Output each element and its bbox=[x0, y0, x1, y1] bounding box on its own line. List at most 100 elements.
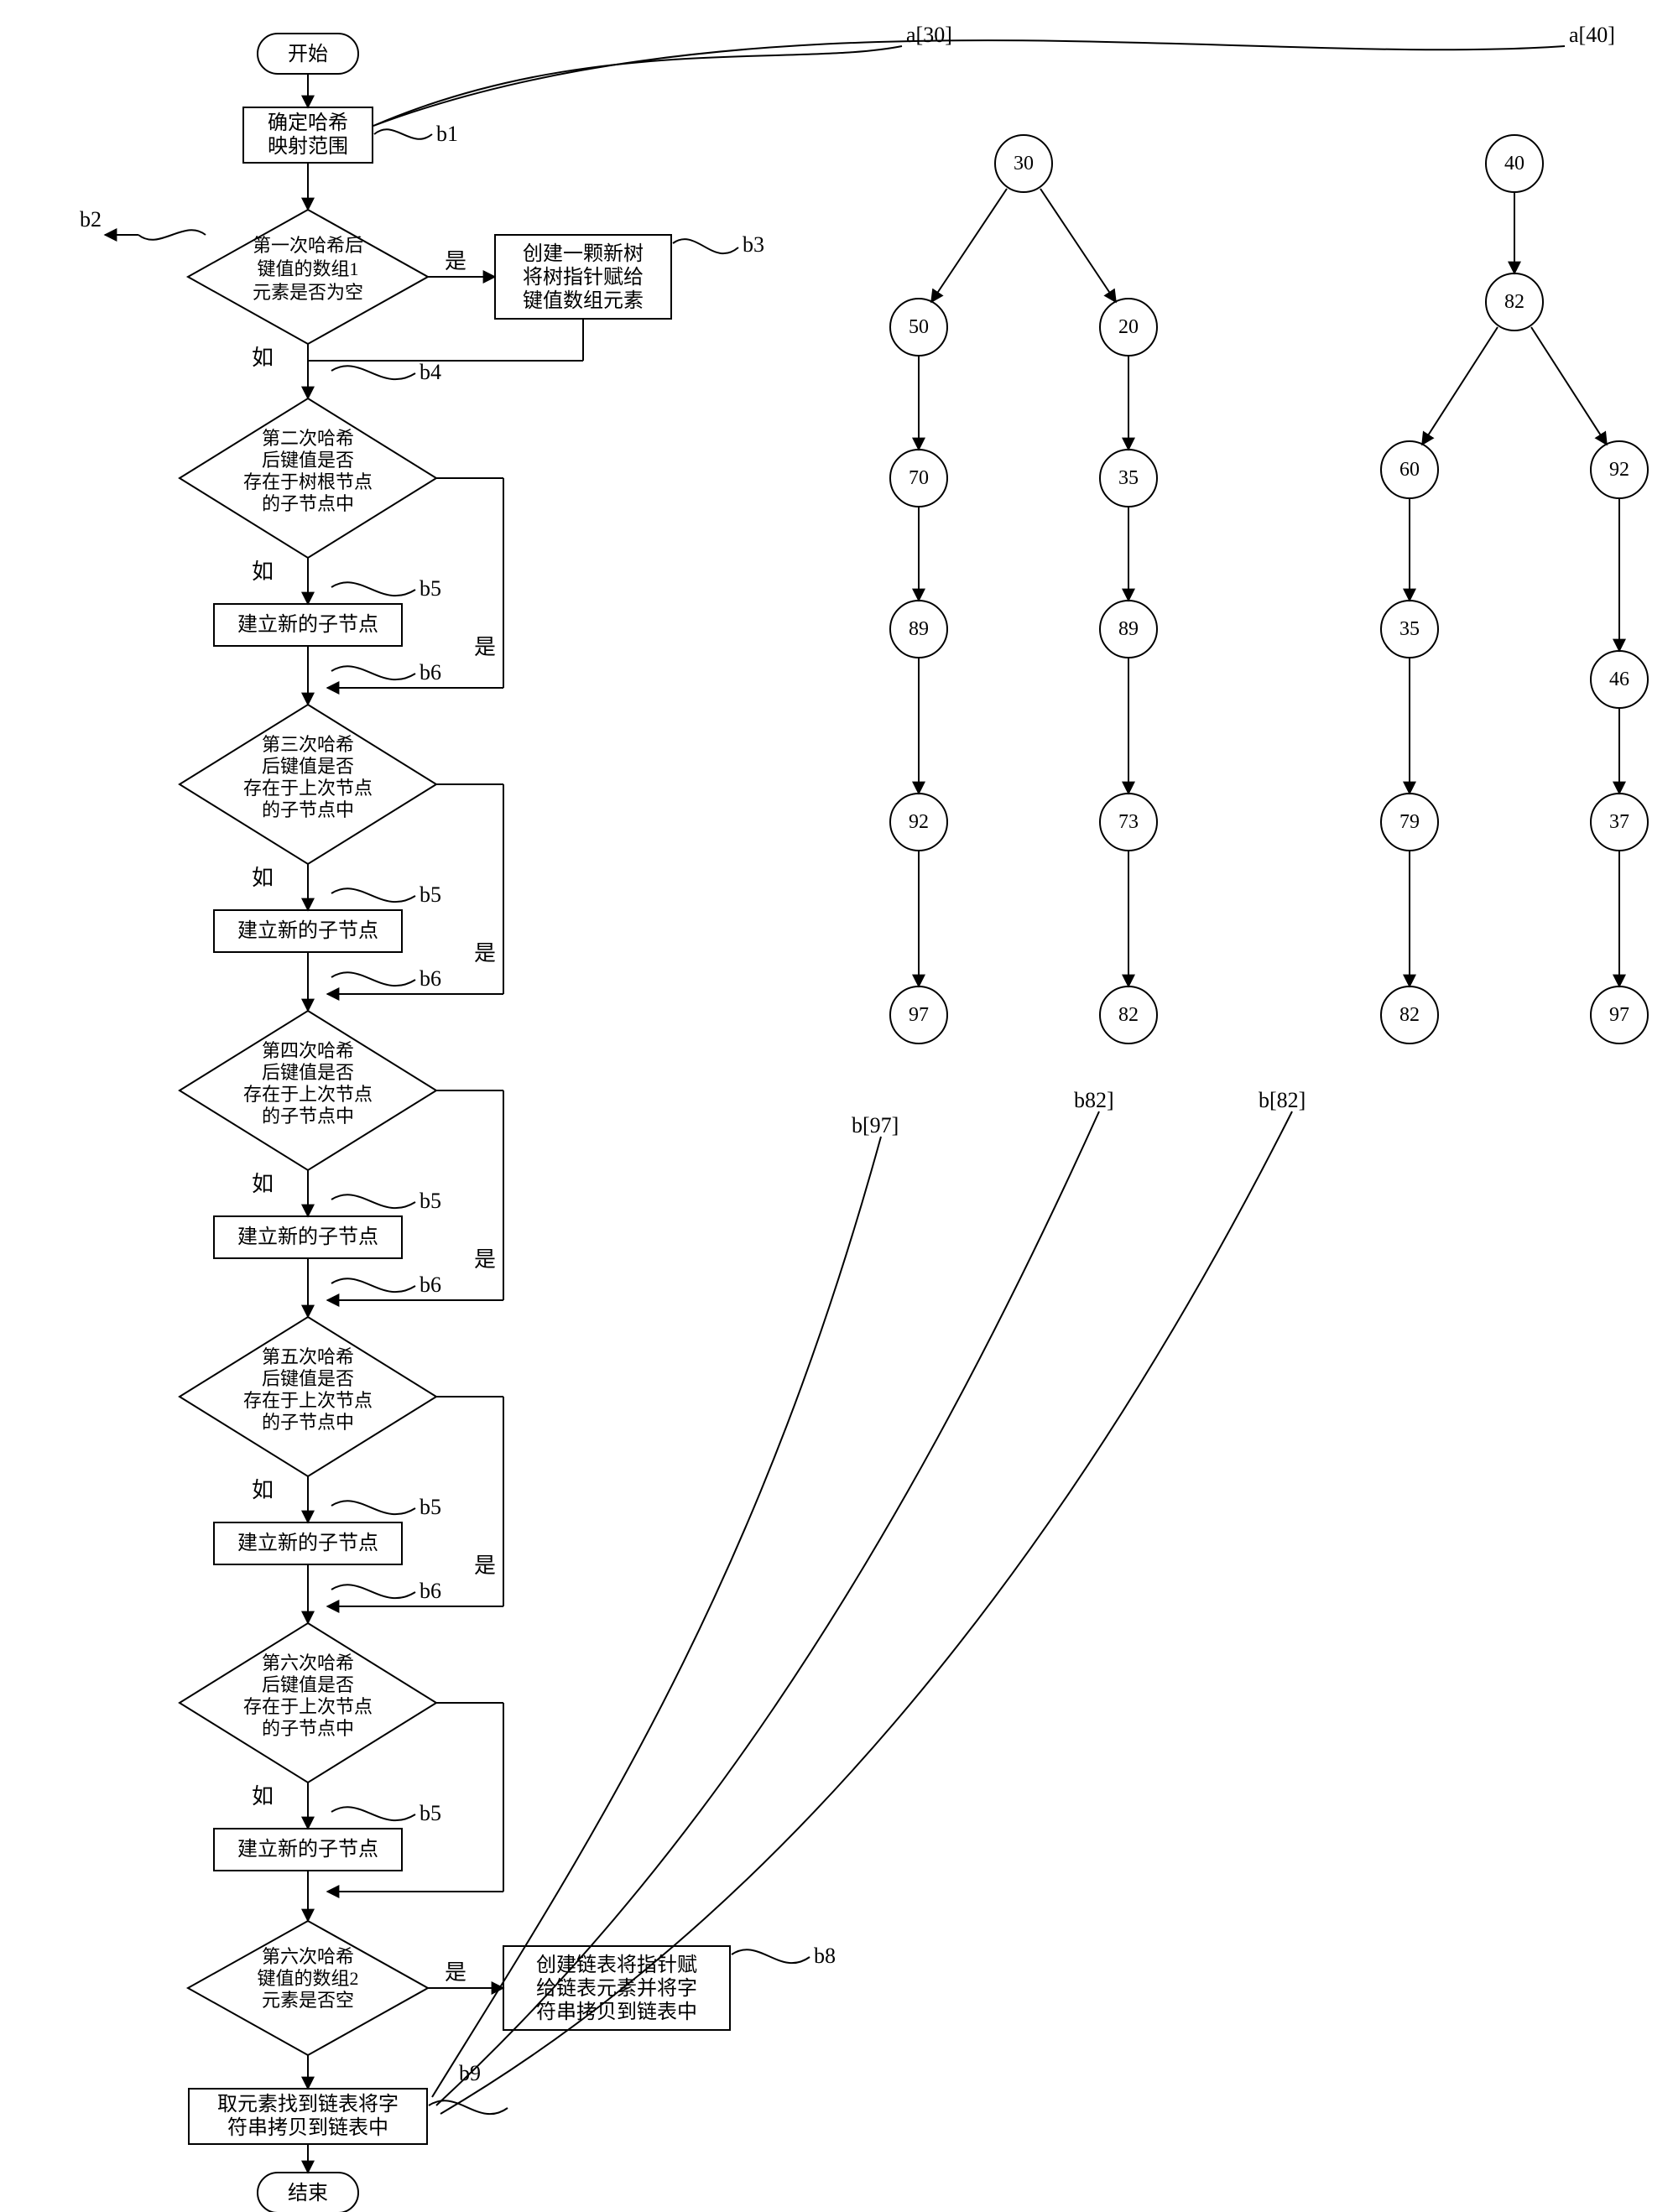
label-a40: a[40] bbox=[1569, 23, 1615, 47]
svg-text:后键值是否: 后键值是否 bbox=[262, 756, 354, 777]
label-b82a: b82] bbox=[1074, 1088, 1114, 1112]
svg-text:60: 60 bbox=[1399, 459, 1420, 481]
squiggle-b4 bbox=[331, 366, 415, 379]
svg-text:结束: 结束 bbox=[288, 2182, 328, 2204]
svg-text:20: 20 bbox=[1118, 316, 1139, 338]
svg-text:第二次哈希: 第二次哈希 bbox=[262, 428, 354, 449]
svg-text:键值的数组1: 键值的数组1 bbox=[257, 258, 358, 279]
svg-text:的子节点中: 的子节点中 bbox=[262, 799, 354, 820]
svg-text:b5: b5 bbox=[420, 1801, 441, 1825]
svg-text:如: 如 bbox=[252, 866, 274, 890]
svg-text:35: 35 bbox=[1118, 467, 1139, 489]
svg-text:的子节点中: 的子节点中 bbox=[262, 1718, 354, 1739]
svg-text:存在于上次节点: 存在于上次节点 bbox=[243, 1084, 373, 1105]
svg-text:后键值是否: 后键值是否 bbox=[262, 1368, 354, 1389]
svg-text:键值数组元素: 键值数组元素 bbox=[523, 289, 644, 312]
svg-text:后键值是否: 后键值是否 bbox=[262, 450, 354, 471]
flowchart: 开始 确定哈希 映射范围 b1 b2 第一次哈希后 键值的数组1 元素是否为空 … bbox=[80, 34, 836, 2212]
svg-text:是: 是 bbox=[474, 941, 496, 965]
svg-text:b6: b6 bbox=[420, 1579, 441, 1603]
svg-text:30: 30 bbox=[1014, 153, 1034, 174]
label-b97: b[97] bbox=[852, 1113, 899, 1137]
svg-text:第四次哈希: 第四次哈希 bbox=[262, 1040, 354, 1061]
svg-text:存在于树根节点: 存在于树根节点 bbox=[243, 471, 373, 492]
svg-text:b6: b6 bbox=[420, 660, 441, 684]
svg-text:82: 82 bbox=[1504, 291, 1524, 313]
svg-text:的子节点中: 的子节点中 bbox=[262, 1412, 354, 1433]
svg-text:如: 如 bbox=[252, 560, 274, 584]
svg-text:是: 是 bbox=[445, 1960, 466, 1985]
svg-text:存在于上次节点: 存在于上次节点 bbox=[243, 1696, 373, 1717]
annot-b4: b4 bbox=[420, 360, 441, 384]
svg-text:如: 如 bbox=[252, 1784, 274, 1809]
svg-text:92: 92 bbox=[1609, 459, 1629, 481]
yes-d1: 是 bbox=[445, 249, 466, 273]
svg-text:创建链表将指针赋: 创建链表将指针赋 bbox=[536, 1954, 697, 1976]
svg-text:b6: b6 bbox=[420, 966, 441, 991]
svg-text:b5: b5 bbox=[420, 576, 441, 601]
svg-text:97: 97 bbox=[909, 1004, 929, 1026]
svg-text:存在于上次节点: 存在于上次节点 bbox=[243, 778, 373, 799]
svg-text:符串拷贝到链表中: 符串拷贝到链表中 bbox=[227, 2116, 388, 2139]
svg-text:70: 70 bbox=[909, 467, 929, 489]
curve-to-a30 bbox=[373, 46, 902, 126]
svg-text:82: 82 bbox=[1399, 1004, 1420, 1026]
start-label: 开始 bbox=[288, 43, 328, 65]
annot-b2: b2 bbox=[80, 207, 102, 232]
svg-text:b5: b5 bbox=[420, 1189, 441, 1213]
squiggle-b2 bbox=[138, 230, 206, 240]
svg-text:元素是否为空: 元素是否为空 bbox=[253, 282, 363, 303]
svg-text:92: 92 bbox=[909, 811, 929, 833]
squiggle-b3 bbox=[673, 239, 738, 253]
trees: a[30] a[40] 30 50 20 70 35 89 89 92 bbox=[373, 23, 1648, 2114]
svg-text:97: 97 bbox=[1609, 1004, 1629, 1026]
annot-b1: b1 bbox=[436, 122, 458, 146]
svg-text:如: 如 bbox=[252, 1478, 274, 1502]
label-a30: a[30] bbox=[906, 23, 952, 47]
label-b82b: b[82] bbox=[1259, 1088, 1306, 1112]
svg-text:89: 89 bbox=[909, 618, 929, 640]
svg-text:是: 是 bbox=[474, 1247, 496, 1272]
svg-text:建立新的子节点: 建立新的子节点 bbox=[237, 1838, 378, 1861]
b1-l2: 映射范围 bbox=[268, 135, 348, 158]
svg-text:符串拷贝到链表中: 符串拷贝到链表中 bbox=[536, 2001, 697, 2023]
svg-text:如: 如 bbox=[252, 1172, 274, 1196]
svg-text:建立新的子节点: 建立新的子节点 bbox=[237, 1532, 378, 1554]
svg-text:b6: b6 bbox=[420, 1273, 441, 1297]
squiggle-b1 bbox=[374, 129, 432, 139]
svg-text:是: 是 bbox=[474, 635, 496, 659]
svg-text:37: 37 bbox=[1609, 811, 1629, 833]
svg-text:取元素找到链表将字: 取元素找到链表将字 bbox=[217, 2093, 399, 2116]
svg-text:b5: b5 bbox=[420, 1495, 441, 1519]
svg-text:82: 82 bbox=[1118, 1004, 1139, 1026]
svg-text:73: 73 bbox=[1118, 811, 1139, 833]
svg-text:89: 89 bbox=[1118, 618, 1139, 640]
svg-text:第六次哈希: 第六次哈希 bbox=[262, 1946, 354, 1967]
tree-40: 40 82 60 92 35 46 79 37 82 97 bbox=[1381, 135, 1648, 1044]
annot-b3: b3 bbox=[743, 232, 764, 257]
svg-text:建立新的子节点: 建立新的子节点 bbox=[237, 613, 378, 636]
svg-text:46: 46 bbox=[1609, 669, 1629, 690]
svg-text:建立新的子节点: 建立新的子节点 bbox=[237, 919, 378, 942]
squiggle-b5a bbox=[331, 582, 415, 596]
tree-30: 30 50 20 70 35 89 89 92 73 97 82 bbox=[890, 135, 1157, 1044]
svg-text:79: 79 bbox=[1399, 811, 1420, 833]
b1-l1: 确定哈希 bbox=[268, 112, 348, 134]
svg-text:的子节点中: 的子节点中 bbox=[262, 493, 354, 514]
svg-text:键值的数组2: 键值的数组2 bbox=[257, 1968, 358, 1989]
curve-to-a40 bbox=[373, 40, 1565, 126]
svg-text:第五次哈希: 第五次哈希 bbox=[262, 1346, 354, 1367]
svg-text:的子节点中: 的子节点中 bbox=[262, 1106, 354, 1127]
svg-text:元素是否空: 元素是否空 bbox=[262, 1990, 354, 2011]
svg-text:第一次哈希后: 第一次哈希后 bbox=[253, 235, 363, 256]
no-d1: 如 bbox=[252, 346, 274, 370]
svg-text:将树指针赋给: 将树指针赋给 bbox=[523, 266, 644, 289]
svg-text:40: 40 bbox=[1504, 153, 1524, 174]
svg-text:创建一颗新树: 创建一颗新树 bbox=[523, 242, 644, 265]
svg-text:b5: b5 bbox=[420, 882, 441, 907]
svg-text:是: 是 bbox=[474, 1554, 496, 1578]
svg-text:存在于上次节点: 存在于上次节点 bbox=[243, 1390, 373, 1411]
svg-text:b8: b8 bbox=[814, 1944, 836, 1968]
svg-text:建立新的子节点: 建立新的子节点 bbox=[237, 1226, 378, 1248]
svg-text:第三次哈希: 第三次哈希 bbox=[262, 734, 354, 755]
